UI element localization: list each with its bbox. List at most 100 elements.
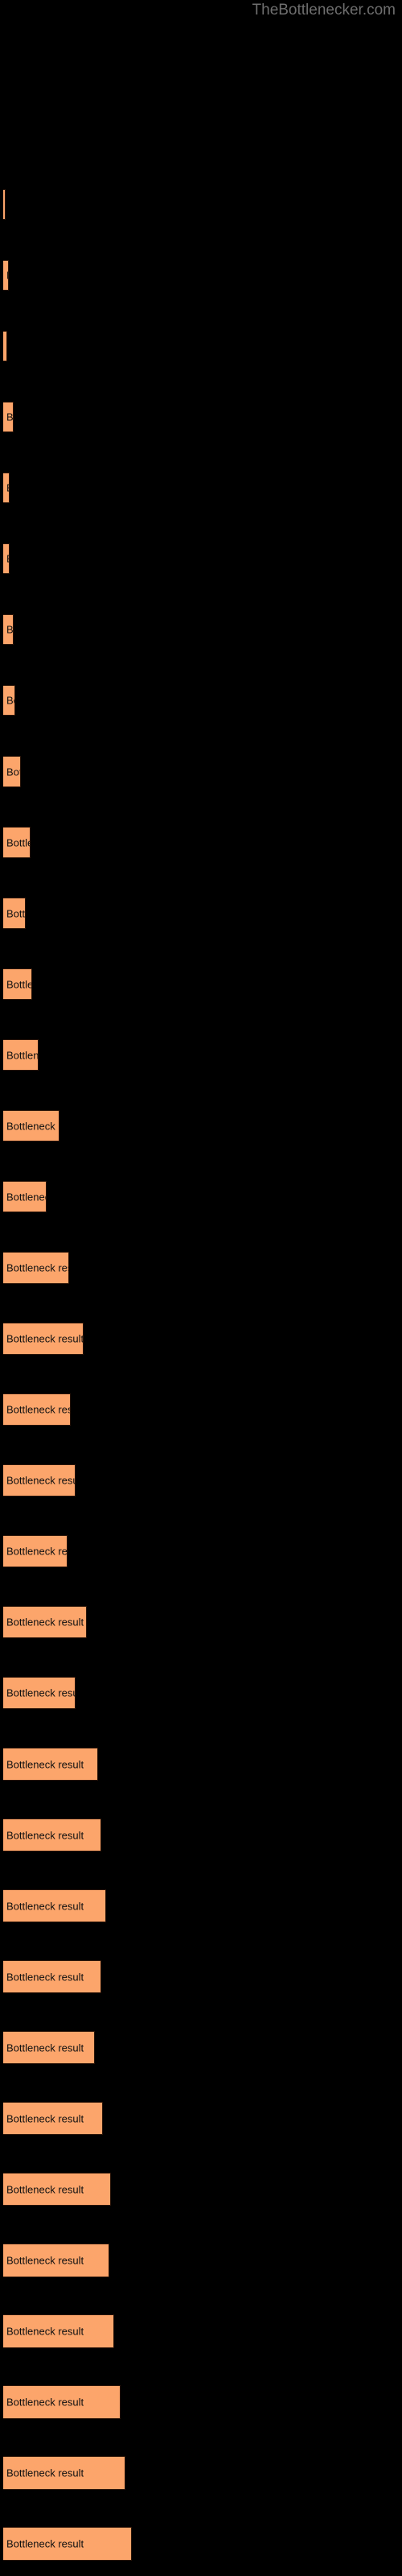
bar-label: Bottleneck result	[6, 1332, 84, 1345]
bar[interactable]: Bottleneck result	[3, 331, 7, 361]
bar[interactable]: Bottleneck result	[3, 1889, 106, 1922]
bar-label: Bottleneck result	[6, 2396, 84, 2409]
site-watermark: TheBottlenecker.com	[252, 2, 396, 19]
bar-label: Bottleneck result	[6, 553, 9, 565]
bar[interactable]: Bottleneck result	[3, 2314, 114, 2348]
bar-row: Bottleneck result	[0, 1960, 402, 1993]
bar[interactable]: Bottleneck result	[3, 1039, 39, 1071]
bar-label: Bottleneck result	[6, 270, 8, 282]
bar[interactable]: Bottleneck result	[3, 2244, 109, 2277]
bar-row: Bottleneck result	[0, 1606, 402, 1638]
bar[interactable]: Bottleneck result	[3, 968, 32, 1000]
bar[interactable]: Bottleneck result	[3, 1464, 76, 1496]
bar-row: Bottleneck result	[0, 1323, 402, 1355]
bar[interactable]: Bottleneck result	[3, 1818, 101, 1852]
bar-row: Bottleneck result	[0, 1039, 402, 1071]
bar-row: Bottleneck result	[0, 1677, 402, 1709]
bar-row: Bottleneck result	[0, 1818, 402, 1852]
bar-row: Bottleneck result	[0, 189, 402, 220]
bar-row: Bottleneck result	[0, 756, 402, 787]
bar-row: Bottleneck result	[0, 2102, 402, 2135]
bar-row: Bottleneck result	[0, 1252, 402, 1284]
bar-label: Bottleneck result	[6, 1758, 84, 1770]
bar[interactable]: Bottleneck result	[3, 1181, 47, 1212]
bar[interactable]: Bottleneck result	[3, 402, 14, 432]
bar-label: Bottleneck result	[6, 1686, 75, 1699]
bar[interactable]: Bottleneck result	[3, 2031, 95, 2064]
bottleneck-bar-chart: TheBottlenecker.com Bottleneck result Bot…	[0, 0, 402, 2576]
bar[interactable]: Bottleneck result	[3, 1606, 87, 1638]
bar-label: Bottleneck result	[6, 2537, 84, 2550]
bar[interactable]: Bottleneck result	[3, 1535, 68, 1567]
bar[interactable]: Bottleneck result	[3, 1748, 98, 1781]
bar[interactable]: Bottleneck result	[3, 543, 10, 574]
bar[interactable]: Bottleneck result	[3, 614, 14, 645]
bar-label: Bottleneck result	[6, 1971, 84, 1983]
bar-label: Bottleneck result	[6, 1900, 84, 1912]
bar-row: Bottleneck result	[0, 1464, 402, 1496]
bar-row: Bottleneck result	[0, 2385, 402, 2419]
bar[interactable]: Bottleneck result	[3, 1323, 84, 1355]
bar-row: Bottleneck result	[0, 614, 402, 645]
bar[interactable]: Bottleneck result	[3, 473, 10, 503]
bar-label: Bottleneck result	[6, 1616, 84, 1629]
bar-label: Bottleneck result	[6, 2041, 84, 2054]
bar-label: Bottleneck result	[6, 2325, 84, 2338]
bar[interactable]: Bottleneck result	[3, 2102, 103, 2135]
bar[interactable]: Bottleneck result	[3, 685, 15, 716]
bar-row: Bottleneck result	[0, 2031, 402, 2064]
bar-label: Bottleneck result	[6, 2112, 84, 2124]
bar[interactable]: Bottleneck result	[3, 898, 26, 929]
bar[interactable]: Bottleneck result	[3, 756, 21, 787]
bar-label: Bottleneck result	[6, 1545, 68, 1558]
bar[interactable]: Bottleneck result	[3, 827, 31, 858]
bar-row: Bottleneck result	[0, 1393, 402, 1426]
bar-label: Bottleneck result	[6, 1474, 75, 1487]
bar-label: Bottleneck result	[6, 766, 20, 778]
bar-label: Bottleneck result	[6, 836, 30, 848]
bar-row: Bottleneck result	[0, 2456, 402, 2490]
bar-label: Bottleneck result	[6, 623, 14, 636]
bar-label: Bottleneck result	[6, 482, 9, 494]
bar-row: Bottleneck result	[0, 2173, 402, 2206]
bar-row: Bottleneck result	[0, 968, 402, 1000]
bar-row: Bottleneck result	[0, 473, 402, 503]
bar-label: Bottleneck result	[6, 907, 26, 919]
bar-label: Bottleneck result	[6, 1191, 46, 1203]
bar-row: Bottleneck result	[0, 260, 402, 291]
bar[interactable]: Bottleneck result	[3, 1677, 76, 1709]
bar-label: Bottleneck result	[6, 1403, 70, 1416]
bar-label: Bottleneck result	[6, 694, 14, 707]
bar[interactable]: Bottleneck result	[3, 1110, 59, 1141]
bar-label: Bottleneck result	[6, 1049, 39, 1061]
bar-row: Bottleneck result	[0, 1110, 402, 1141]
bar[interactable]: Bottleneck result	[3, 1252, 69, 1284]
bar-label: Bottleneck result	[6, 978, 31, 990]
bar-label: Bottleneck result	[6, 1261, 68, 1274]
bar[interactable]: Bottleneck result	[3, 2173, 111, 2206]
bar-row: Bottleneck result	[0, 1181, 402, 1212]
bar-row: Bottleneck result	[0, 2527, 402, 2561]
bar[interactable]: Bottleneck result	[3, 189, 6, 220]
bar-label: Bottleneck result	[6, 1829, 84, 1841]
bar-row: Bottleneck result	[0, 331, 402, 361]
bar-row: Bottleneck result	[0, 827, 402, 858]
bar-label: Bottleneck result	[6, 411, 14, 423]
bar-label: Bottleneck result	[6, 2254, 84, 2267]
bar-row: Bottleneck result	[0, 402, 402, 432]
bar[interactable]: Bottleneck result	[3, 2385, 121, 2419]
bar-label: Bottleneck result	[6, 1120, 59, 1132]
bar[interactable]: Bottleneck result	[3, 1393, 71, 1426]
bar[interactable]: Bottleneck result	[3, 260, 9, 291]
bar-row: Bottleneck result	[0, 1535, 402, 1567]
bar-label: Bottleneck result	[6, 2467, 84, 2479]
bar[interactable]: Bottleneck result	[3, 1960, 101, 1993]
bar-row: Bottleneck result	[0, 685, 402, 716]
bar-label: Bottleneck result	[6, 2183, 84, 2195]
bar-label: Bottleneck result	[6, 341, 7, 353]
bar-row: Bottleneck result	[0, 1889, 402, 1922]
bar-row: Bottleneck result	[0, 898, 402, 929]
bar[interactable]: Bottleneck result	[3, 2527, 132, 2561]
bar-row: Bottleneck result	[0, 2244, 402, 2277]
bar[interactable]: Bottleneck result	[3, 2456, 125, 2490]
